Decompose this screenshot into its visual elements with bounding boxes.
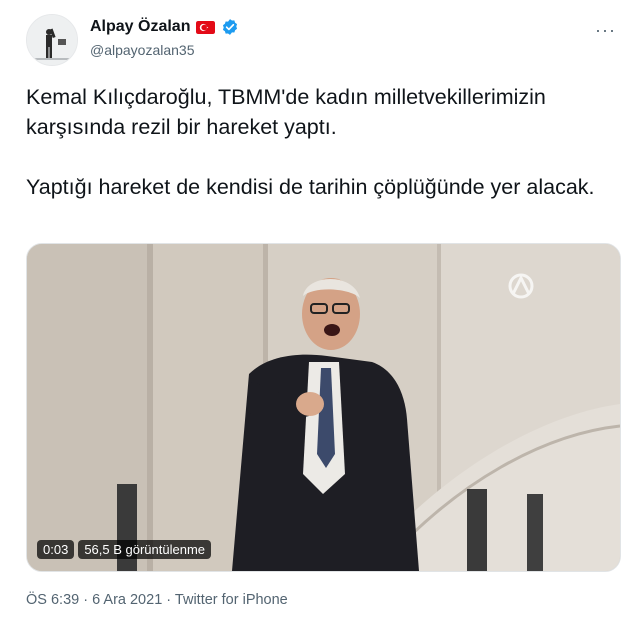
separator: · [166,592,172,608]
video-overlay: 0:03 56,5 B görüntülenme [37,540,212,559]
author-handle[interactable]: @alpayozalan35 [90,42,195,58]
tweet-paragraph-2: Yaptığı hareket de kendisi de tarihin çö… [26,175,595,199]
tweet-time[interactable]: ÖS 6:39 [26,592,79,608]
tweet-video[interactable]: 0:03 56,5 B görüntülenme [26,243,621,572]
author-display-name[interactable]: Alpay Özalan [90,18,190,36]
tweet-date[interactable]: 6 Ara 2021 [92,592,162,608]
more-options-icon[interactable]: ··· [595,20,616,41]
tweet-text: Kemal Kılıçdaroğlu, TBMM'de kadın millet… [26,82,616,202]
verified-badge-icon [223,19,238,35]
tweet-source[interactable]: Twitter for iPhone [175,592,288,608]
tweet-card: Alpay Özalan @alpayozalan35 ··· Kemal Kı… [0,0,640,625]
author-avatar[interactable] [26,14,78,66]
video-duration: 0:03 [37,540,75,559]
tweet-paragraph-1: Kemal Kılıçdaroğlu, TBMM'de kadın millet… [26,85,546,139]
video-view-count: 56,5 B görüntülenme [78,540,212,559]
author-name-row: Alpay Özalan [90,18,239,36]
video-thumbnail [27,244,620,571]
tweet-metadata: ÖS 6:39 · 6 Ara 2021 · Twitter for iPhon… [26,592,288,608]
separator: · [83,592,89,608]
avatar-silhouette-icon [27,15,77,65]
turkey-flag-icon [196,20,216,34]
